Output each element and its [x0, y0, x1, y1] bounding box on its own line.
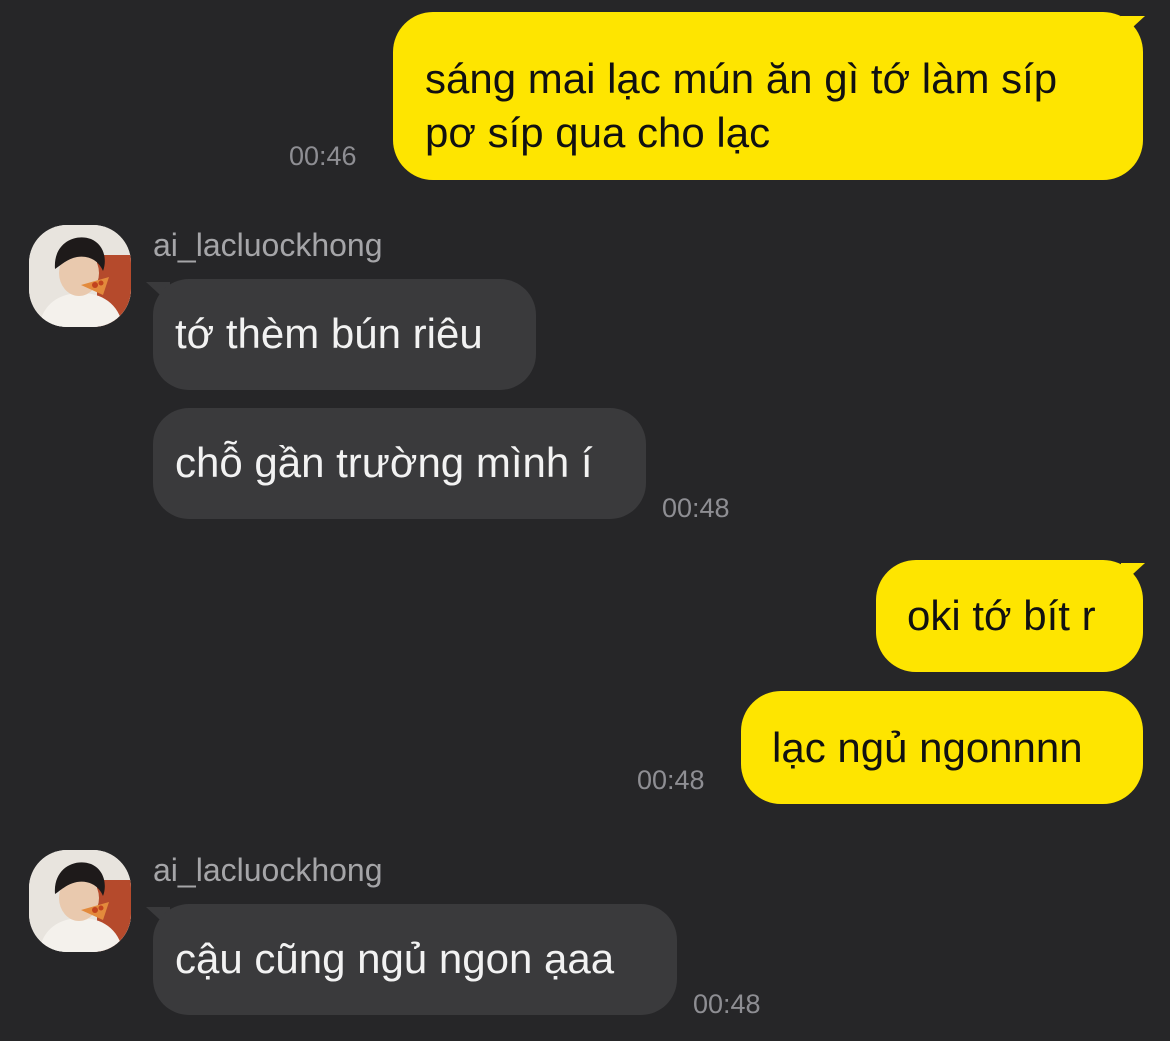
message-text: lạc ngủ ngonnnn — [772, 724, 1083, 771]
message-text: cậu cũng ngủ ngon ạaa — [175, 935, 615, 982]
message-timestamp: 00:48 — [637, 765, 705, 795]
message-bubble-incoming[interactable]: cậu cũng ngủ ngon ạaa — [153, 904, 677, 1015]
message-text: tớ thèm bún riêu — [175, 310, 483, 357]
message-text: sáng mai lạc mún ăn gì tớ làm síp pơ síp… — [425, 55, 1058, 156]
sender-name: ai_lacluockhong — [153, 227, 383, 263]
message-text: oki tớ bít r — [907, 592, 1096, 639]
profile-photo-icon — [29, 850, 131, 952]
profile-photo-icon — [29, 225, 131, 327]
sender-name: ai_lacluockhong — [153, 852, 383, 888]
message-bubble-outgoing[interactable]: oki tớ bít r — [876, 560, 1143, 672]
chat-conversation: sáng mai lạc mún ăn gì tớ làm síp pơ síp… — [0, 0, 1170, 1041]
avatar[interactable] — [29, 850, 131, 952]
message-timestamp: 00:46 — [289, 141, 357, 171]
message-timestamp: 00:48 — [662, 493, 730, 523]
message-timestamp: 00:48 — [693, 989, 761, 1019]
avatar[interactable] — [29, 225, 131, 327]
message-bubble-outgoing[interactable]: lạc ngủ ngonnnn — [741, 691, 1143, 804]
message-text: chỗ gần trường mình í — [175, 439, 593, 486]
message-bubble-incoming[interactable]: tớ thèm bún riêu — [153, 279, 536, 390]
message-bubble-incoming[interactable]: chỗ gần trường mình í — [153, 408, 646, 519]
message-bubble-outgoing[interactable]: sáng mai lạc mún ăn gì tớ làm síp pơ síp… — [393, 12, 1143, 180]
